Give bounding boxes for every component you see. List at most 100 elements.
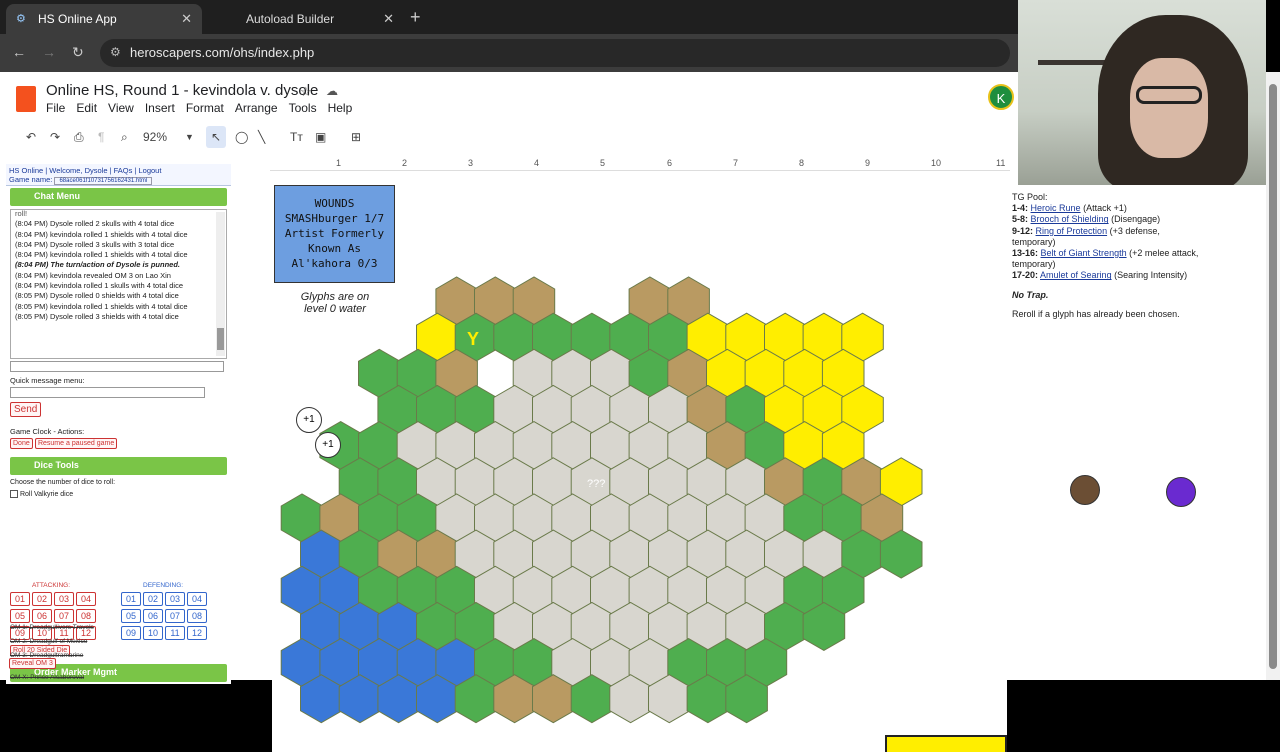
game-name-field[interactable]: 68ace061f10731756162431.html xyxy=(54,177,153,185)
tg-link[interactable]: Amulet of Searing xyxy=(1040,270,1112,280)
valkyrie-checkbox[interactable] xyxy=(10,490,18,498)
chat-line: (8:04 PM) The turn/action of Dysole is p… xyxy=(15,260,181,270)
order-marker-item: OM 1: Dreadgullivers Travels xyxy=(10,624,94,631)
tg-item: 9-12: Ring of Protection (+3 defense, te… xyxy=(1012,226,1202,248)
image-icon[interactable]: ▣ xyxy=(315,130,326,144)
avatar[interactable]: K xyxy=(988,84,1014,110)
print-icon[interactable]: ⎙ xyxy=(74,130,84,145)
tg-range: 5-8: xyxy=(1012,214,1029,225)
tg-link[interactable]: Ring of Protection xyxy=(1036,226,1108,236)
order-marker-item: OM X: Prince Alcaboroval xyxy=(10,674,85,681)
select-tool-icon[interactable]: ↖ xyxy=(206,126,226,148)
unknown-marker[interactable]: ??? xyxy=(587,478,605,490)
chevron-down-icon[interactable]: ▼ xyxy=(185,132,194,142)
attack-die-button[interactable]: 03 xyxy=(54,592,74,606)
defense-die-button[interactable]: 10 xyxy=(143,626,163,640)
defense-die-button[interactable]: 06 xyxy=(143,609,163,623)
reroll-note: Reroll if a glyph has already been chose… xyxy=(1012,308,1180,319)
menu-view[interactable]: View xyxy=(108,101,134,115)
defense-die-button[interactable]: 03 xyxy=(165,592,185,606)
glasses xyxy=(1136,86,1202,104)
defense-die-button[interactable]: 12 xyxy=(187,626,207,640)
back-icon[interactable]: ← xyxy=(12,44,26,60)
text-box-icon[interactable]: Tт xyxy=(290,130,303,144)
redo-icon[interactable]: ↷ xyxy=(50,130,60,144)
menu-format[interactable]: Format xyxy=(186,101,224,115)
defense-die-button[interactable]: 07 xyxy=(165,609,185,623)
defense-die-button[interactable]: 11 xyxy=(165,626,185,640)
menu-insert[interactable]: Insert xyxy=(145,101,175,115)
page-scrollbar[interactable] xyxy=(1266,72,1280,680)
yellow-card[interactable] xyxy=(885,735,1007,752)
game-map: Y??? WOUNDS SMASHburger 1/7 Artist Forme… xyxy=(272,185,1007,752)
done-button[interactable]: Done xyxy=(10,438,33,449)
menu-arrange[interactable]: Arrange xyxy=(235,101,278,115)
chat-input[interactable] xyxy=(10,361,224,372)
defense-die-button[interactable]: 04 xyxy=(187,592,207,606)
chat-line: (8:04 PM) Dysole rolled 3 skulls with 3 … xyxy=(15,239,175,249)
tg-link[interactable]: Belt of Giant Strength xyxy=(1041,248,1127,258)
defense-die-button[interactable]: 05 xyxy=(121,609,141,623)
menu-help[interactable]: Help xyxy=(328,101,353,115)
close-icon[interactable]: ✕ xyxy=(383,11,394,27)
chat-menu-header[interactable]: Chat Menu xyxy=(10,188,227,206)
wounds-title: WOUNDS xyxy=(314,197,355,210)
defense-die-button[interactable]: 09 xyxy=(121,626,141,640)
wounds-box: WOUNDS SMASHburger 1/7 Artist Formerly K… xyxy=(274,185,395,283)
ruler-tick: 9 xyxy=(865,158,871,168)
reveal-om-button[interactable]: Reveal OM 3 xyxy=(9,658,56,669)
comment-icon[interactable]: ⊞ xyxy=(351,130,361,144)
paint-format-icon[interactable]: ¶ xyxy=(98,130,104,144)
scroll-thumb[interactable] xyxy=(1269,84,1277,669)
undo-icon[interactable]: ↶ xyxy=(26,130,36,144)
ruler-tick: 2 xyxy=(402,158,408,168)
zoom-icon[interactable]: ⌕ xyxy=(121,130,128,145)
menu-edit[interactable]: Edit xyxy=(76,101,97,115)
line-tool-icon[interactable]: ╲ xyxy=(258,130,265,144)
hs-nav-links[interactable]: HS Online | Welcome, Dysole | FAQs | Log… xyxy=(9,166,228,175)
attack-die-button[interactable]: 02 xyxy=(32,592,52,606)
slides-page: Online HS, Round 1 - kevindola v. dysole… xyxy=(0,72,1018,752)
zoom-select[interactable]: 92% xyxy=(143,130,167,144)
wounds-line: Artist Formerly xyxy=(284,227,385,240)
send-button[interactable]: Send xyxy=(10,402,42,417)
defense-die-button[interactable]: 02 xyxy=(143,592,163,606)
cloud-icon[interactable]: ☁ xyxy=(326,84,338,98)
plus-one-marker[interactable]: +1 xyxy=(296,407,322,433)
tg-link[interactable]: Heroic Rune xyxy=(1031,203,1081,213)
defense-die-button[interactable]: 08 xyxy=(187,609,207,623)
glyph-y-marker[interactable]: Y xyxy=(467,329,479,349)
menu-file[interactable]: File xyxy=(46,101,65,115)
doc-title[interactable]: Online HS, Round 1 - kevindola v. dysole xyxy=(46,82,318,99)
attack-die-button[interactable]: 01 xyxy=(10,592,30,606)
plus-one-marker[interactable]: +1 xyxy=(315,432,341,458)
new-tab-icon[interactable]: + xyxy=(410,7,421,28)
ruler-tick: 4 xyxy=(534,158,540,168)
tg-desc: (Attack +1) xyxy=(1083,203,1127,214)
quick-message-select[interactable] xyxy=(10,387,205,398)
tg-range: 17-20: xyxy=(1012,270,1039,281)
figure-token[interactable] xyxy=(1166,477,1196,507)
chat-log[interactable]: roll! (8:04 PM) Dysole rolled 2 skulls w… xyxy=(10,209,227,359)
resume-button[interactable]: Resume a paused game xyxy=(34,438,118,449)
close-icon[interactable]: ✕ xyxy=(181,11,192,27)
tg-desc: (Searing Intensity) xyxy=(1114,270,1188,281)
wounds-line: Known As xyxy=(308,242,361,255)
chat-scroll-thumb[interactable] xyxy=(217,328,224,350)
tab-autoload[interactable]: Autoload Builder ✕ xyxy=(214,4,404,34)
defense-die-button[interactable]: 01 xyxy=(121,592,141,606)
tg-link[interactable]: Brooch of Shielding xyxy=(1031,214,1109,224)
section-label: Chat Menu xyxy=(34,191,80,201)
figure-token[interactable] xyxy=(1070,475,1100,505)
shape-tool-icon[interactable]: ◯ xyxy=(235,130,248,144)
site-info-icon[interactable]: ⚙ xyxy=(110,45,121,59)
attack-die-button[interactable]: 04 xyxy=(76,592,96,606)
reload-icon[interactable]: ↻ xyxy=(72,44,84,61)
url-input[interactable]: ⚙ heroscapers.com/ohs/index.php xyxy=(100,39,1010,67)
star-icon[interactable]: ☆ xyxy=(300,84,312,100)
tg-range: 1-4: xyxy=(1012,203,1029,214)
tab-hs-online[interactable]: ⚙ HS Online App ✕ xyxy=(6,4,202,34)
forward-icon[interactable]: → xyxy=(42,44,56,60)
dice-tools-header[interactable]: Dice Tools xyxy=(10,457,227,475)
menu-tools[interactable]: Tools xyxy=(289,101,317,115)
